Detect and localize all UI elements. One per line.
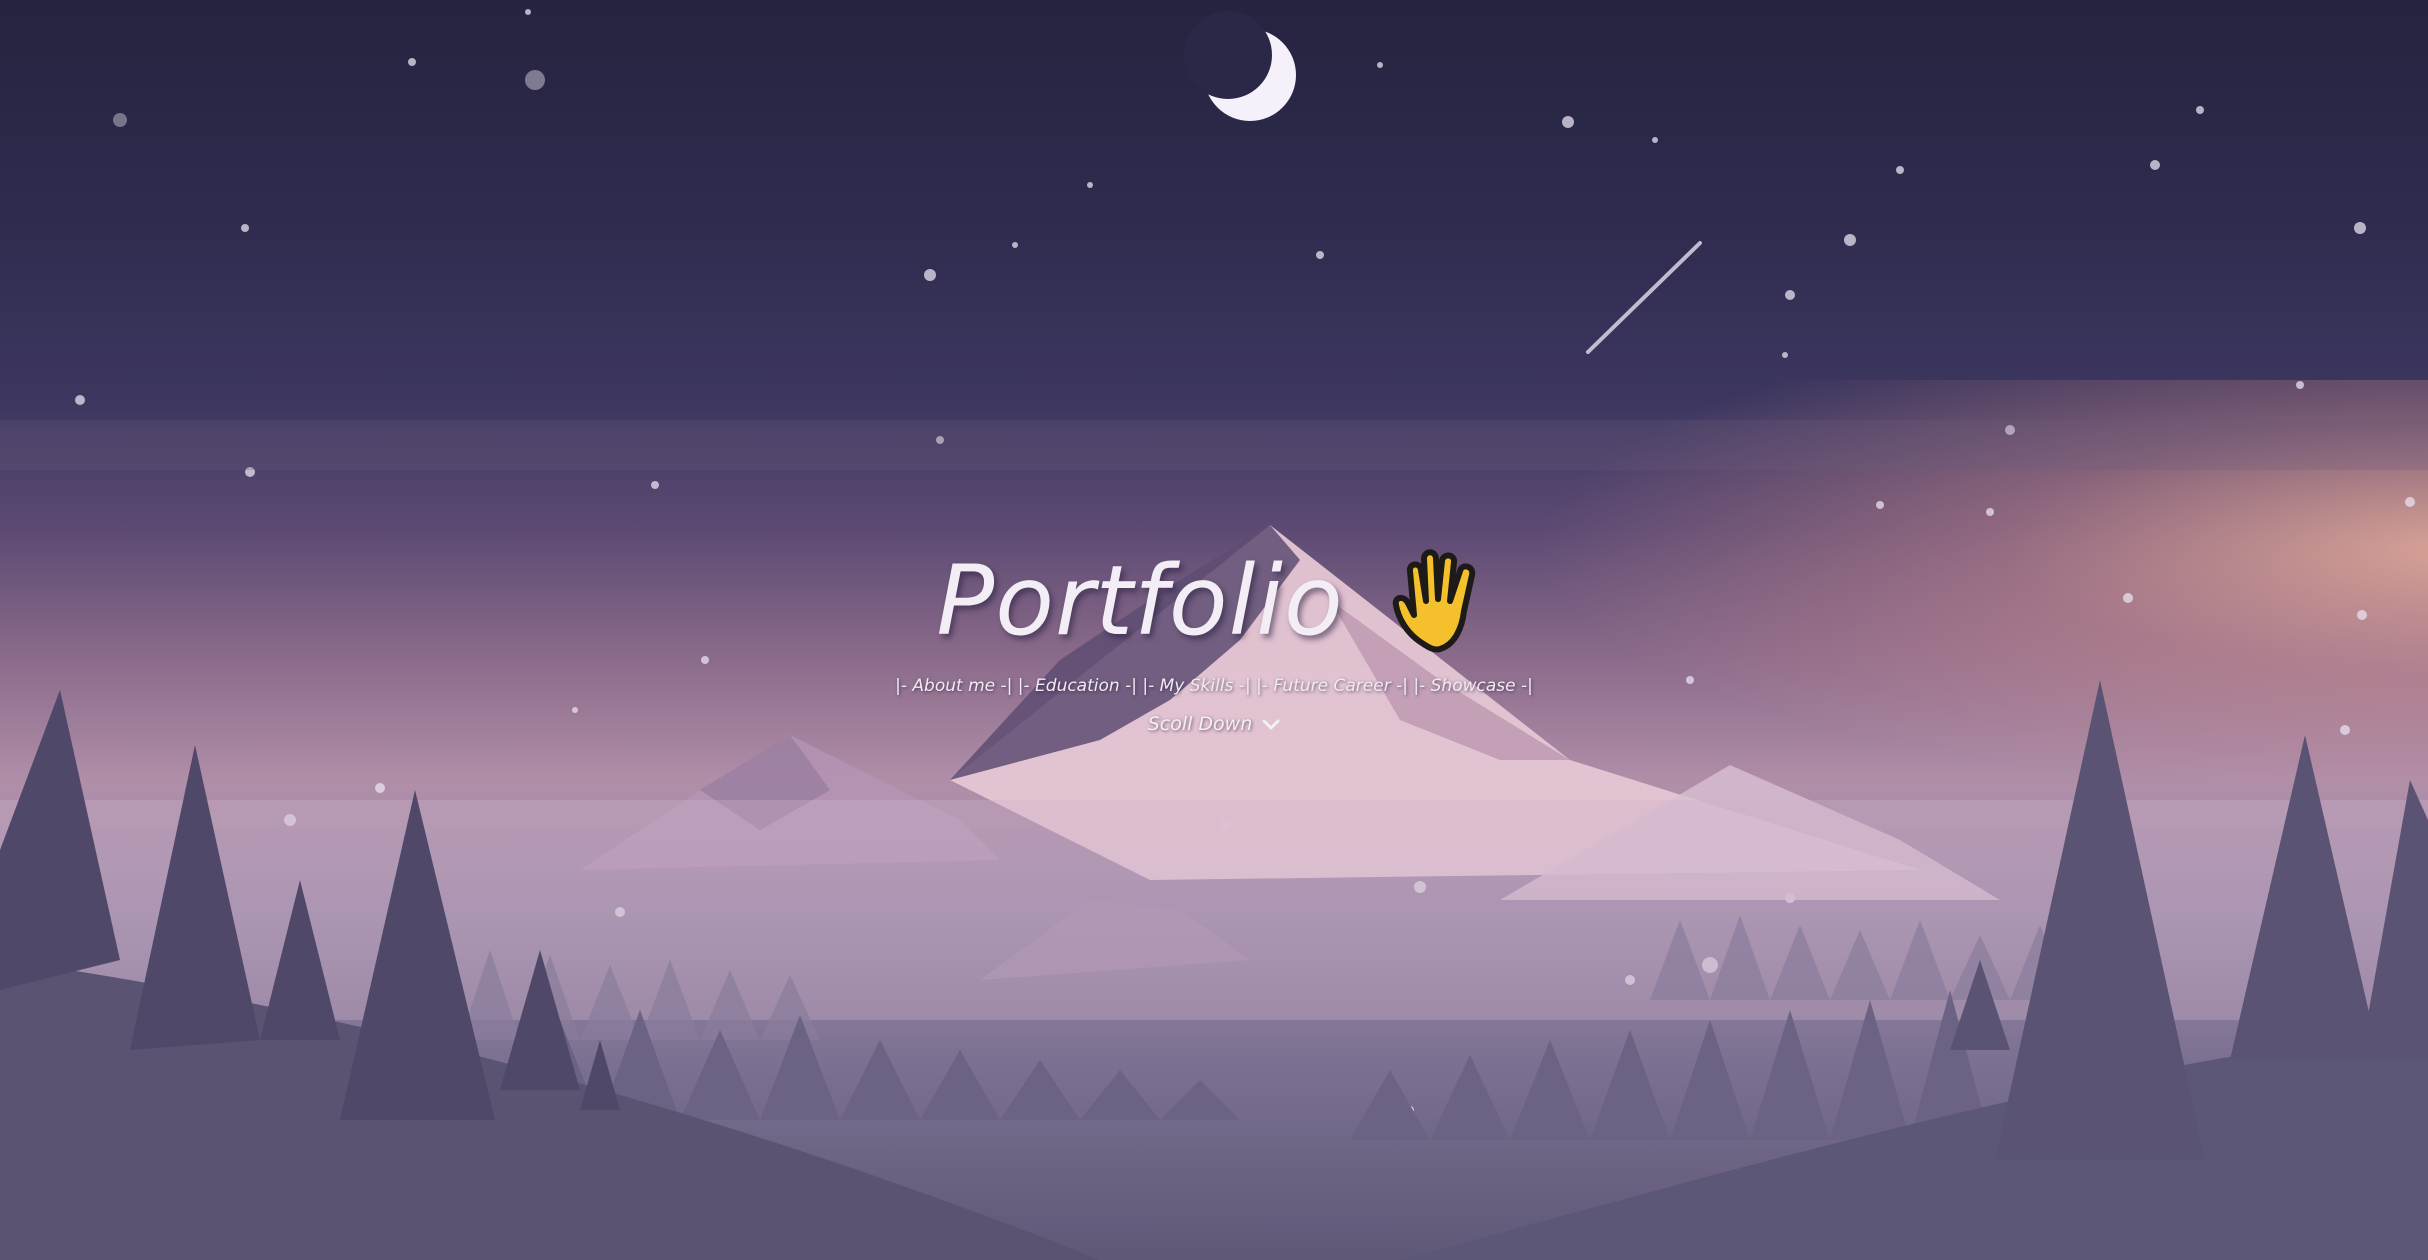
chevron-down-icon: [1262, 719, 1280, 729]
page-title: Portfolio: [936, 545, 1344, 657]
crescent-moon: [1184, 11, 1296, 121]
scroll-down-label: Scoll Down: [1147, 713, 1253, 735]
nav-future-career[interactable]: |- Future Career -|: [1256, 676, 1408, 696]
raised-hand-icon: [1392, 549, 1475, 653]
section-nav: |- About me -| |- Education -| |- My Ski…: [0, 676, 2428, 696]
scroll-down-link[interactable]: Scoll Down: [0, 713, 2428, 735]
nav-showcase[interactable]: |- Showcase -|: [1413, 676, 1532, 696]
hero-section: Portfolio |- About me -| |- Education -|…: [0, 0, 2428, 1260]
nav-about-me[interactable]: |- About me -|: [895, 676, 1012, 696]
shooting-star: [1586, 241, 1702, 354]
nav-my-skills[interactable]: |- My Skills -|: [1142, 676, 1250, 696]
nav-education[interactable]: |- Education -|: [1018, 676, 1137, 696]
hero-title-area: Portfolio: [0, 545, 2428, 657]
